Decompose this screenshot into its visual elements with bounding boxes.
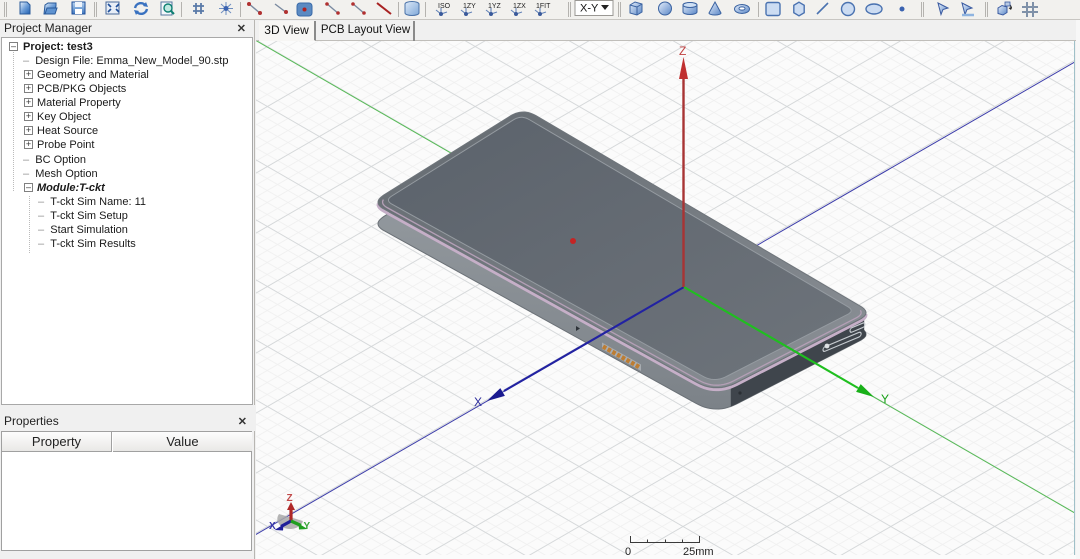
svg-text:0: 0	[625, 546, 631, 555]
svg-text:Z: Z	[287, 493, 293, 504]
svg-text:Y: Y	[304, 521, 311, 532]
svg-text:X: X	[474, 395, 482, 409]
svg-text:X: X	[269, 521, 276, 532]
svg-text:Y: Y	[881, 392, 889, 406]
svg-text:Z: Z	[679, 44, 686, 58]
svg-text:25mm: 25mm	[683, 546, 714, 555]
